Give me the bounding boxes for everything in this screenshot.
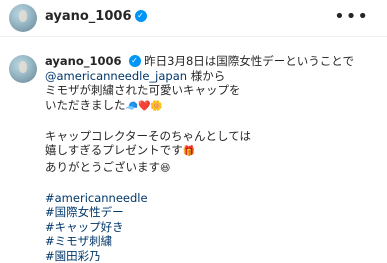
caption-line: キャップコレクターそのちゃんとしては: [45, 129, 251, 143]
gift-emoji: 🎁: [183, 146, 195, 157]
caption-username[interactable]: ayano_1006: [45, 54, 122, 68]
caption-line: ありがとうございます: [45, 160, 160, 174]
avatar[interactable]: [9, 4, 37, 32]
mention-link[interactable]: @americanneedle_japan: [45, 69, 187, 83]
caption-line: 嬉しすぎるプレゼントです: [45, 143, 183, 157]
divider: [0, 36, 387, 37]
verified-icon: ✓: [129, 55, 141, 67]
caption-text: ayano_1006 ✓ 昨日3月8日は国際女性デーということで @america…: [45, 54, 375, 263]
more-options-icon[interactable]: •••: [334, 6, 369, 27]
laughing-emoji: 😆: [160, 163, 170, 174]
cap-heart-flower-emoji: 🧢❤️🌼: [126, 101, 163, 112]
post-header: ayano_1006✓ •••: [0, 0, 387, 36]
caption-line: 様から: [187, 69, 225, 83]
hashtag-link[interactable]: #americanneedle: [45, 191, 375, 206]
hashtag-link[interactable]: #キャップ好き: [45, 220, 375, 235]
caption-line: 昨日3月8日は国際女性デーということで: [144, 54, 354, 68]
hashtag-link[interactable]: #ミモザ刺繍: [45, 234, 375, 249]
verified-icon: ✓: [135, 10, 147, 22]
caption-avatar[interactable]: [9, 55, 37, 83]
header-username[interactable]: ayano_1006✓: [45, 9, 147, 24]
caption-line: ミモザが刺繍された可愛いキャップを: [45, 83, 241, 97]
username-text[interactable]: ayano_1006: [45, 9, 132, 24]
hashtag-link[interactable]: #国際女性デー: [45, 205, 375, 220]
caption-line: いただきました: [45, 98, 126, 112]
